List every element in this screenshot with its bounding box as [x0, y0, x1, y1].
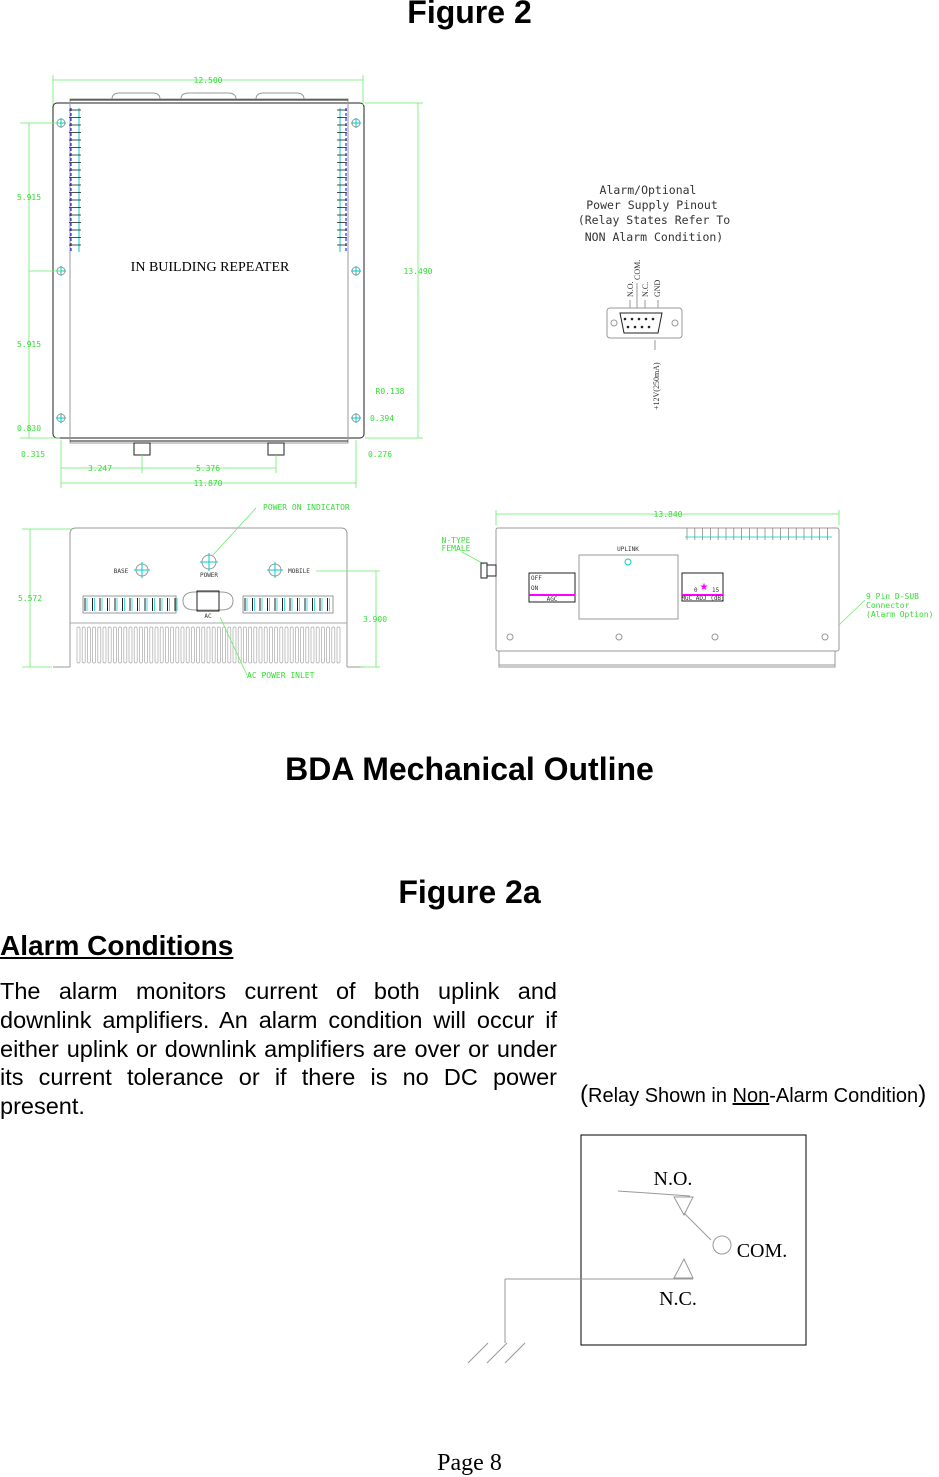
svg-text:3.247: 3.247 [88, 464, 112, 473]
svg-text:POWER: POWER [200, 572, 218, 579]
svg-text:R0.138: R0.138 [376, 387, 405, 396]
svg-text:AC POWER INLET: AC POWER INLET [247, 671, 315, 680]
svg-text:UPLINK: UPLINK [617, 546, 639, 553]
heat-fins-left [70, 108, 347, 252]
svg-text:★: ★ [700, 582, 709, 593]
svg-text:13.840: 13.840 [654, 510, 683, 519]
svg-text:FEMALE: FEMALE [442, 544, 471, 553]
svg-text:0.276: 0.276 [368, 450, 392, 459]
svg-text:COM.: COM. [633, 260, 642, 280]
figure-2a-title: Figure 2a [398, 874, 541, 910]
svg-text:OFF: OFF [531, 575, 542, 582]
svg-text:0: 0 [694, 587, 698, 594]
svg-text:Alarm/Optional: Alarm/Optional [600, 183, 697, 197]
relay-diagram: N.O. COM. N.C. [467, 1134, 807, 1364]
side-view: 13.840 N-TYPE FEMALE UPLINK OFF ON AGC ★… [442, 510, 933, 668]
svg-text:11.870: 11.870 [194, 479, 223, 488]
svg-text:0.830: 0.830 [17, 424, 41, 433]
relay-nc-label: N.C. [659, 1288, 697, 1310]
svg-text:(Relay States Refer To: (Relay States Refer To [578, 213, 730, 227]
svg-text:GND: GND [653, 279, 662, 297]
svg-text:0.315: 0.315 [21, 450, 45, 459]
svg-text:MOBILE: MOBILE [288, 568, 310, 575]
svg-text:NON Alarm Condition): NON Alarm Condition) [585, 230, 723, 244]
svg-text:12.500: 12.500 [194, 76, 223, 85]
repeater-label: IN BUILDING REPEATER [131, 260, 290, 275]
svg-text:5.915: 5.915 [17, 193, 41, 202]
svg-text:3.900: 3.900 [363, 615, 387, 624]
svg-text:5.915: 5.915 [17, 340, 41, 349]
svg-text:AC: AC [204, 613, 212, 620]
alarm-paragraph: The alarm monitors current of both uplin… [0, 978, 557, 1120]
svg-text:N.C.: N.C. [641, 282, 650, 297]
svg-text:Power Supply Pinout: Power Supply Pinout [586, 198, 718, 212]
pinout-diagram: Alarm/Optional Power Supply Pinout (Rela… [578, 183, 730, 410]
svg-text:BASE: BASE [114, 568, 129, 575]
relay-caption: (Relay Shown in Non-Alarm Condition) [580, 1081, 927, 1108]
mechanical-drawing: IN BUILDING REPEATER 12.500 13.490 5.915… [17, 75, 933, 1364]
relay-no-label: N.O. [654, 1168, 693, 1190]
svg-text:(Alarm Option): (Alarm Option) [866, 610, 933, 619]
svg-text:+12V(250mA): +12V(250mA) [652, 362, 661, 410]
svg-text:MGC ADJ (dB): MGC ADJ (dB) [681, 595, 724, 602]
svg-text:Connector: Connector [866, 601, 910, 610]
svg-text:AGC: AGC [547, 596, 558, 603]
relay-com-label: COM. [737, 1240, 788, 1262]
svg-text:POWER ON INDICATOR: POWER ON INDICATOR [263, 503, 350, 512]
page-number: Page 8 [437, 1450, 502, 1476]
front-view: BASE POWER MOBILE AC POWER ON INDICATOR … [18, 503, 387, 680]
svg-text:9 Pin D-SUB: 9 Pin D-SUB [866, 592, 919, 601]
section-heading: Alarm Conditions [0, 930, 234, 961]
svg-text:5.376: 5.376 [196, 464, 220, 473]
svg-text:5.572: 5.572 [18, 594, 42, 603]
svg-text:ON: ON [531, 585, 539, 592]
svg-text:15: 15 [712, 587, 720, 594]
outline-title: BDA Mechanical Outline [285, 751, 654, 787]
svg-text:0.394: 0.394 [370, 414, 394, 423]
svg-text:N.O.: N.O. [626, 281, 635, 297]
top-view: IN BUILDING REPEATER 12.500 13.490 5.915… [17, 75, 433, 488]
svg-text:13.490: 13.490 [404, 267, 433, 276]
